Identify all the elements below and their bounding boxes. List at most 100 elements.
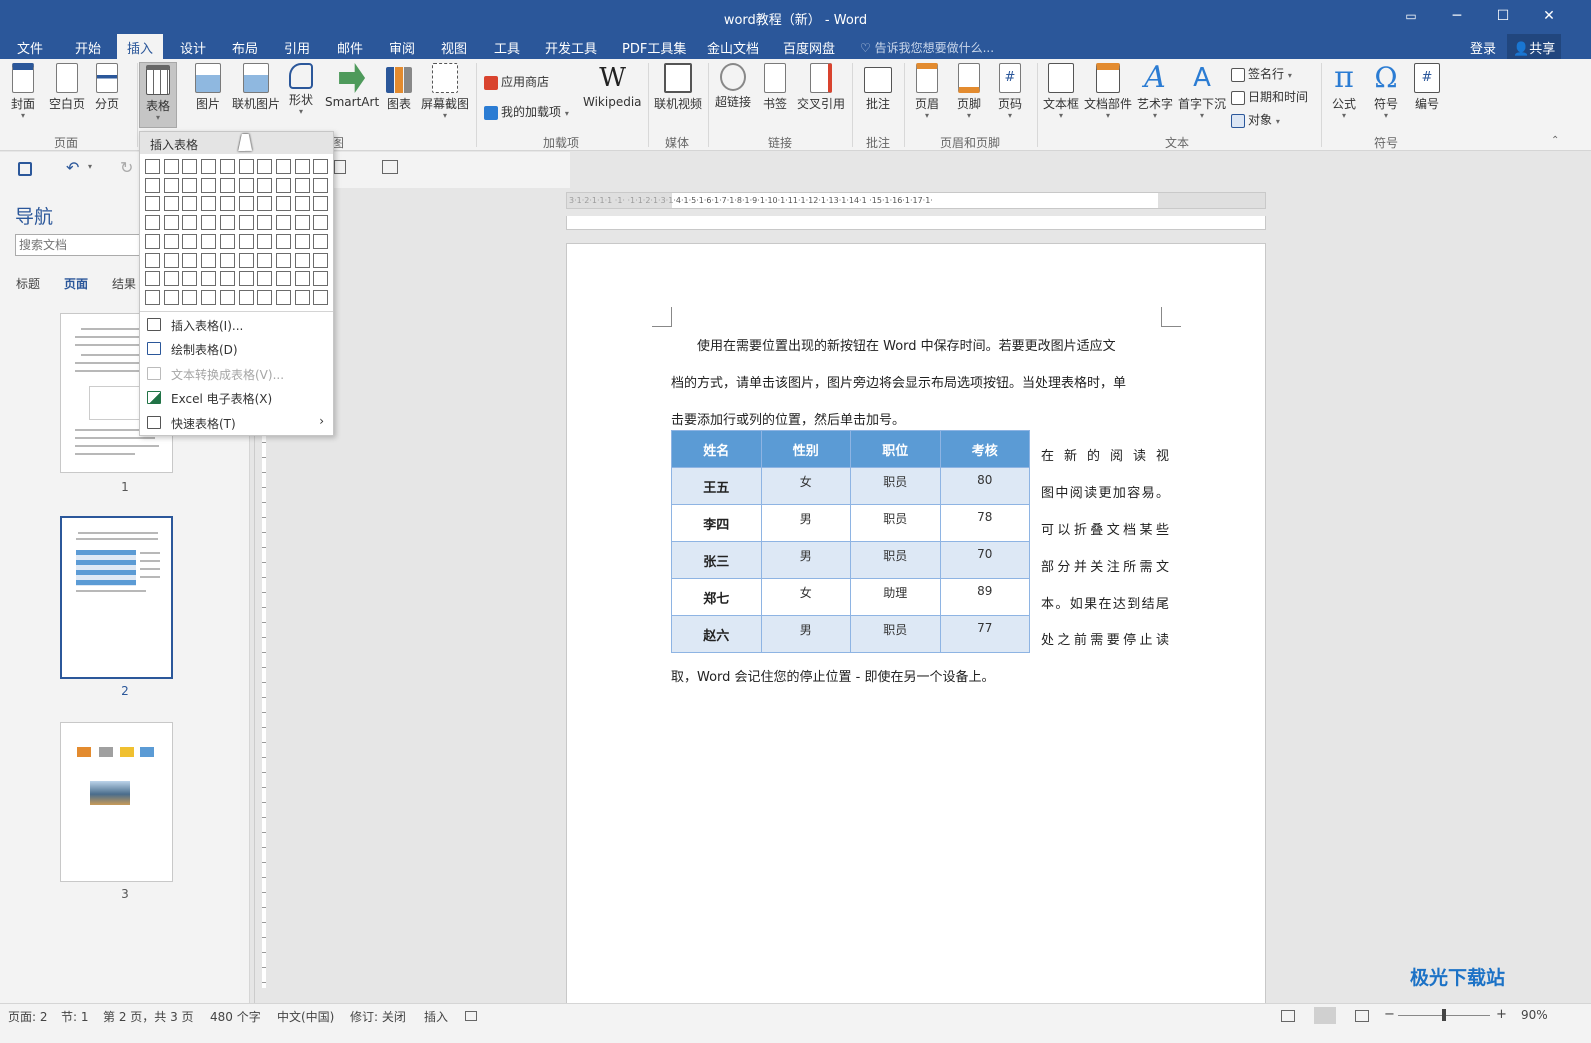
tab-layout[interactable]: 布局: [232, 38, 258, 57]
zoom-slider-thumb[interactable]: [1442, 1009, 1446, 1021]
page-break-button[interactable]: 分页: [95, 63, 119, 112]
zoom-in-icon[interactable]: +: [1496, 1007, 1507, 1022]
comment-button[interactable]: 批注: [864, 63, 892, 112]
table-grid-cell[interactable]: [238, 215, 254, 231]
insert-table-item[interactable]: 插入表格(I)...: [140, 313, 333, 337]
tab-kdocs[interactable]: 金山文档: [707, 38, 759, 57]
online-video-button[interactable]: 联机视频: [654, 63, 702, 112]
table-cell[interactable]: 77: [939, 615, 1030, 653]
table-cell[interactable]: 职员: [850, 467, 941, 505]
tab-design[interactable]: 设计: [180, 38, 206, 57]
table-grid-cell[interactable]: [182, 159, 198, 174]
table-grid-cell[interactable]: [275, 233, 291, 249]
table-grid-cell[interactable]: [201, 159, 217, 174]
read-mode-icon[interactable]: [1281, 1010, 1295, 1022]
status-mode[interactable]: 插入: [424, 1008, 448, 1025]
tab-developer[interactable]: 开发工具: [545, 38, 597, 57]
table-grid-cell[interactable]: [294, 271, 310, 287]
table-grid-cell[interactable]: [313, 159, 329, 174]
symbol-button[interactable]: Ω 符号 ▾: [1373, 63, 1399, 120]
table-cell[interactable]: 王五: [671, 467, 762, 505]
print-layout-icon[interactable]: [1314, 1007, 1336, 1024]
tell-me-box[interactable]: ♡ 告诉我您想要做什么...: [860, 39, 994, 56]
tab-view[interactable]: 视图: [441, 38, 467, 57]
table-grid-cell[interactable]: [313, 289, 329, 305]
table-cell[interactable]: 助理: [850, 578, 941, 616]
side-text-line[interactable]: 本。如果在达到结尾: [1041, 586, 1169, 623]
side-text-line[interactable]: 在新的阅读视: [1041, 438, 1169, 475]
table-grid-cell[interactable]: [145, 196, 160, 212]
table-grid-cell[interactable]: [219, 177, 235, 193]
table-cell[interactable]: 男: [760, 504, 851, 542]
data-table[interactable]: 姓名 性别 职位 考核 王五 女 职员 80 李四 男 职员 78 张三 男 职…: [671, 430, 1030, 653]
draw-table-item[interactable]: 绘制表格(D): [140, 337, 333, 361]
table-grid-cell[interactable]: [313, 196, 329, 212]
header-button[interactable]: 页眉 ▾: [915, 63, 939, 120]
table-cell[interactable]: 李四: [671, 504, 762, 542]
table-grid-cell[interactable]: [219, 289, 235, 305]
shapes-button[interactable]: 形状 ▾: [289, 63, 313, 116]
tab-home[interactable]: 开始: [75, 38, 101, 57]
page-thumbnail-3[interactable]: [60, 722, 173, 882]
table-grid-cell[interactable]: [145, 252, 160, 268]
side-text-line[interactable]: 可以折叠文档某些: [1041, 512, 1169, 549]
tab-insert[interactable]: 插入: [117, 34, 164, 59]
status-language[interactable]: 中文(中国): [277, 1008, 334, 1025]
zoom-out-icon[interactable]: −: [1384, 1007, 1395, 1022]
side-text-line[interactable]: 图中阅读更加容易。: [1041, 475, 1169, 512]
share-button[interactable]: 👤共享: [1507, 34, 1562, 59]
crossref-button[interactable]: 交叉引用: [797, 63, 845, 112]
table-grid-cell[interactable]: [275, 215, 291, 231]
cover-button[interactable]: 封面 ▾: [11, 63, 35, 120]
table-grid-cell[interactable]: [145, 177, 160, 193]
paragraph-line[interactable]: 使用在需要位置出现的新按钮在 Word 中保存时间。若要更改图片适应文: [671, 328, 1171, 365]
status-track-changes[interactable]: 修订: 关闭: [350, 1008, 406, 1025]
table-grid-cell[interactable]: [238, 159, 254, 174]
table-grid-cell[interactable]: [257, 196, 273, 212]
table-grid-cell[interactable]: [294, 252, 310, 268]
table-grid-cell[interactable]: [201, 177, 217, 193]
table-grid-cell[interactable]: [238, 289, 254, 305]
wordart-button[interactable]: A 艺术字 ▾: [1137, 63, 1173, 120]
table-grid-cell[interactable]: [313, 215, 329, 231]
table-grid-cell[interactable]: [182, 252, 198, 268]
table-cell[interactable]: 赵六: [671, 615, 762, 653]
table-cell[interactable]: 80: [939, 467, 1030, 505]
table-grid-cell[interactable]: [313, 233, 329, 249]
paragraph-line[interactable]: 档的方式，请单击该图片，图片旁边将会显示布局选项按钮。当处理表格时，单: [671, 365, 1171, 402]
table-grid-cell[interactable]: [182, 196, 198, 212]
table-grid-cell[interactable]: [313, 252, 329, 268]
table-grid-cell[interactable]: [145, 159, 160, 174]
table-grid-cell[interactable]: [201, 215, 217, 231]
object-button[interactable]: 对象 ▾: [1231, 111, 1280, 128]
table-grid-cell[interactable]: [201, 271, 217, 287]
table-grid-cell[interactable]: [275, 289, 291, 305]
table-cell[interactable]: 职员: [850, 615, 941, 653]
touch-mode-icon[interactable]: [334, 160, 346, 174]
side-text-line[interactable]: 部分并关注所需文: [1041, 549, 1169, 586]
table-grid-cell[interactable]: [294, 289, 310, 305]
table-grid-cell[interactable]: [163, 196, 179, 212]
table-grid-cell[interactable]: [163, 289, 179, 305]
table-grid-cell[interactable]: [219, 215, 235, 231]
tab-review[interactable]: 审阅: [389, 38, 415, 57]
undo-dropdown-icon[interactable]: ▾: [88, 162, 92, 171]
nav-tab-results[interactable]: 结果: [112, 275, 136, 292]
textbox-button[interactable]: 文本框 ▾: [1043, 63, 1079, 120]
table-grid-cell[interactable]: [219, 252, 235, 268]
table-grid-cell[interactable]: [294, 215, 310, 231]
picture-button[interactable]: 图片: [195, 63, 221, 112]
table-grid-cell[interactable]: [201, 233, 217, 249]
nav-tab-pages[interactable]: 页面: [64, 275, 88, 292]
collapse-ribbon-icon[interactable]: ⌃: [1551, 135, 1559, 146]
page-thumbnail-2[interactable]: [60, 516, 173, 679]
tab-baidu[interactable]: 百度网盘: [783, 38, 835, 57]
table-grid-cell[interactable]: [275, 271, 291, 287]
table-grid-cell[interactable]: [219, 233, 235, 249]
table-grid-cell[interactable]: [238, 271, 254, 287]
table-grid-cell[interactable]: [182, 233, 198, 249]
tab-pdf[interactable]: PDF工具集: [622, 38, 686, 57]
undo-icon[interactable]: ↶: [66, 158, 79, 177]
table-grid-cell[interactable]: [163, 159, 179, 174]
table-cell[interactable]: 男: [760, 615, 851, 653]
